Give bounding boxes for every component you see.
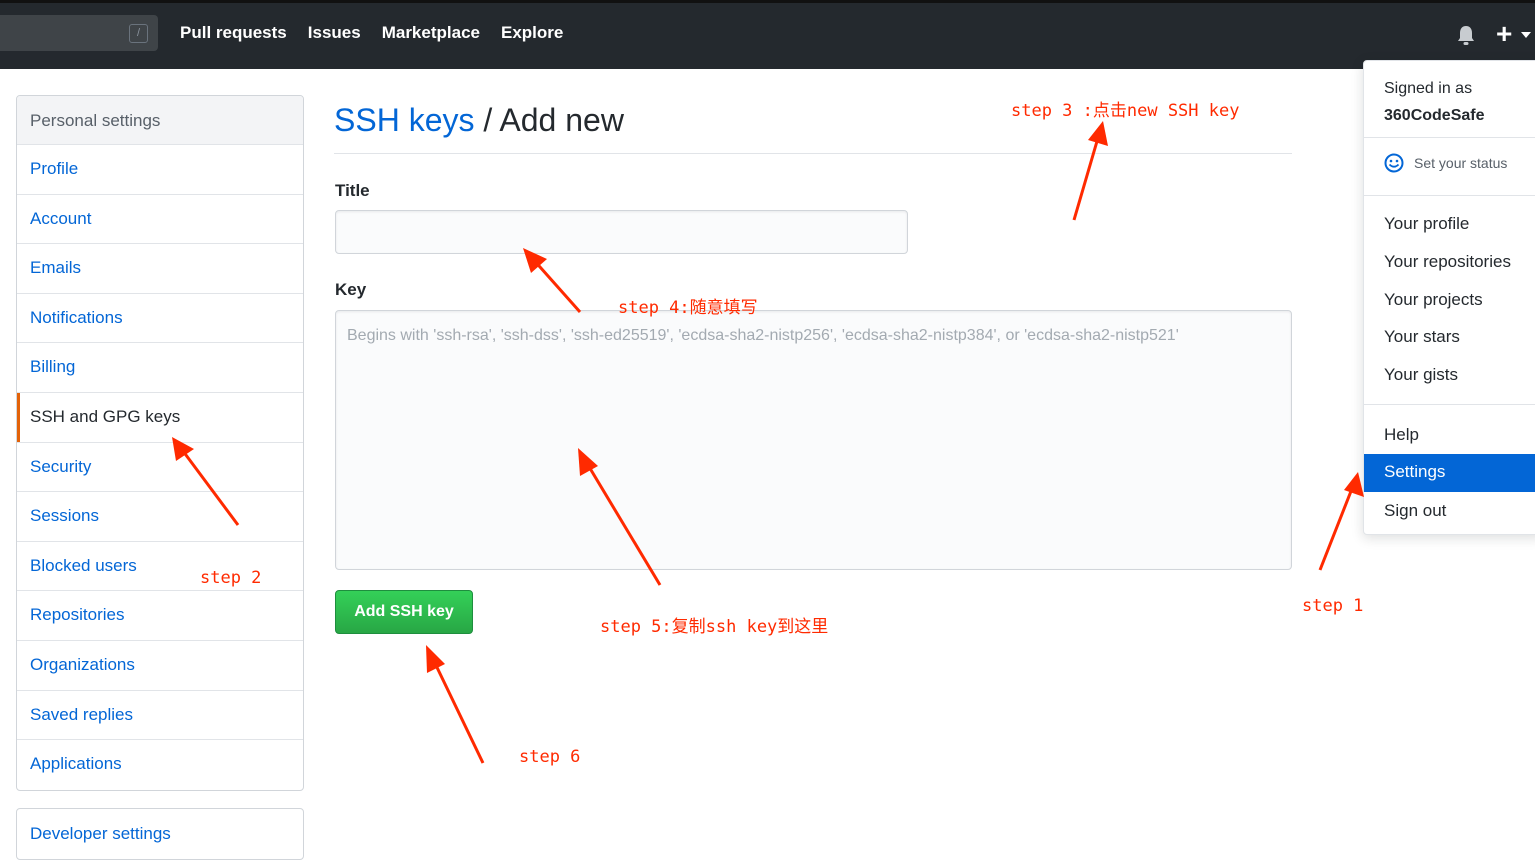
menu-item-your-stars[interactable]: Your stars bbox=[1364, 319, 1535, 355]
dropdown-divider bbox=[1364, 404, 1535, 405]
sidebar-item-repositories[interactable]: Repositories bbox=[17, 591, 303, 641]
sidebar-item-saved-replies[interactable]: Saved replies bbox=[17, 691, 303, 741]
user-dropdown-menu: Signed in as 360CodeSafe Set your status… bbox=[1363, 60, 1535, 535]
annotation-step-6: step 6 bbox=[519, 747, 581, 767]
plus-icon[interactable]: + bbox=[1496, 17, 1512, 51]
dropdown-divider bbox=[1364, 137, 1535, 138]
sidebar-title: Personal settings bbox=[17, 96, 303, 145]
sidebar-item-notifications[interactable]: Notifications bbox=[17, 294, 303, 344]
bell-icon[interactable] bbox=[1456, 25, 1476, 47]
add-ssh-key-button[interactable]: Add SSH key bbox=[335, 590, 473, 634]
annotation-step-5: step 5:复制ssh key到这里 bbox=[600, 617, 829, 637]
key-label: Key bbox=[335, 280, 367, 299]
nav-issues[interactable]: Issues bbox=[308, 23, 361, 43]
sidebar-item-emails[interactable]: Emails bbox=[17, 244, 303, 294]
slash-shortcut-badge: / bbox=[129, 24, 148, 43]
sidebar-item-sessions[interactable]: Sessions bbox=[17, 492, 303, 542]
page-title-text: Add new bbox=[499, 102, 624, 138]
arrow-step-1 bbox=[1318, 472, 1364, 571]
sidebar-item-account[interactable]: Account bbox=[17, 195, 303, 245]
breadcrumb-separator: / bbox=[483, 102, 493, 138]
sidebar-item-applications[interactable]: Applications bbox=[17, 740, 303, 790]
annotation-step-1: step 1 bbox=[1302, 596, 1364, 616]
search-input[interactable]: / bbox=[0, 15, 158, 51]
arrow-step-3 bbox=[1072, 121, 1108, 221]
key-textarea[interactable] bbox=[335, 310, 1292, 570]
signed-in-info: Signed in as 360CodeSafe bbox=[1384, 75, 1485, 129]
menu-item-your-repositories[interactable]: Your repositories bbox=[1364, 244, 1535, 280]
annotation-step-3: step 3 :点击new SSH key bbox=[1011, 101, 1240, 121]
page-title: SSH keys / Add new bbox=[334, 102, 624, 139]
username: 360CodeSafe bbox=[1384, 107, 1485, 124]
nav-explore[interactable]: Explore bbox=[501, 23, 563, 43]
annotation-step-4: step 4:随意填写 bbox=[618, 298, 758, 318]
sidebar-item-developer-settings[interactable]: Developer settings bbox=[16, 808, 304, 860]
title-input[interactable] bbox=[335, 210, 908, 254]
menu-item-your-gists[interactable]: Your gists bbox=[1364, 357, 1535, 393]
signed-in-label: Signed in as bbox=[1384, 80, 1473, 97]
sidebar-item-billing[interactable]: Billing bbox=[17, 343, 303, 393]
set-status-button[interactable]: Set your status bbox=[1384, 153, 1507, 173]
menu-item-your-profile[interactable]: Your profile bbox=[1364, 206, 1535, 242]
sidebar-item-organizations[interactable]: Organizations bbox=[17, 641, 303, 691]
menu-item-your-projects[interactable]: Your projects bbox=[1364, 282, 1535, 318]
sidebar-item-ssh-gpg-keys[interactable]: SSH and GPG keys bbox=[17, 392, 303, 443]
menu-item-help[interactable]: Help bbox=[1364, 417, 1535, 453]
top-header: / Pull requests Issues Marketplace Explo… bbox=[0, 0, 1535, 69]
breadcrumb-ssh-keys[interactable]: SSH keys bbox=[334, 102, 474, 138]
arrow-step-6 bbox=[426, 645, 485, 764]
sidebar-item-profile[interactable]: Profile bbox=[17, 145, 303, 195]
dropdown-divider bbox=[1364, 195, 1535, 196]
annotation-step-2: step 2 bbox=[200, 568, 262, 588]
title-label: Title bbox=[335, 181, 370, 200]
sidebar-item-security[interactable]: Security bbox=[17, 443, 303, 493]
nav-pull-requests[interactable]: Pull requests bbox=[180, 23, 287, 43]
header-nav: Pull requests Issues Marketplace Explore bbox=[180, 23, 563, 43]
menu-item-sign-out[interactable]: Sign out bbox=[1364, 493, 1535, 529]
caret-down-icon[interactable] bbox=[1521, 32, 1531, 38]
arrow-step-4 bbox=[523, 248, 582, 313]
title-divider bbox=[334, 153, 1292, 154]
settings-sidebar: Personal settings Profile Account Emails… bbox=[16, 95, 304, 791]
nav-marketplace[interactable]: Marketplace bbox=[382, 23, 480, 43]
menu-item-settings[interactable]: Settings bbox=[1364, 454, 1535, 492]
set-status-label: Set your status bbox=[1414, 155, 1508, 171]
smile-icon bbox=[1384, 153, 1404, 173]
